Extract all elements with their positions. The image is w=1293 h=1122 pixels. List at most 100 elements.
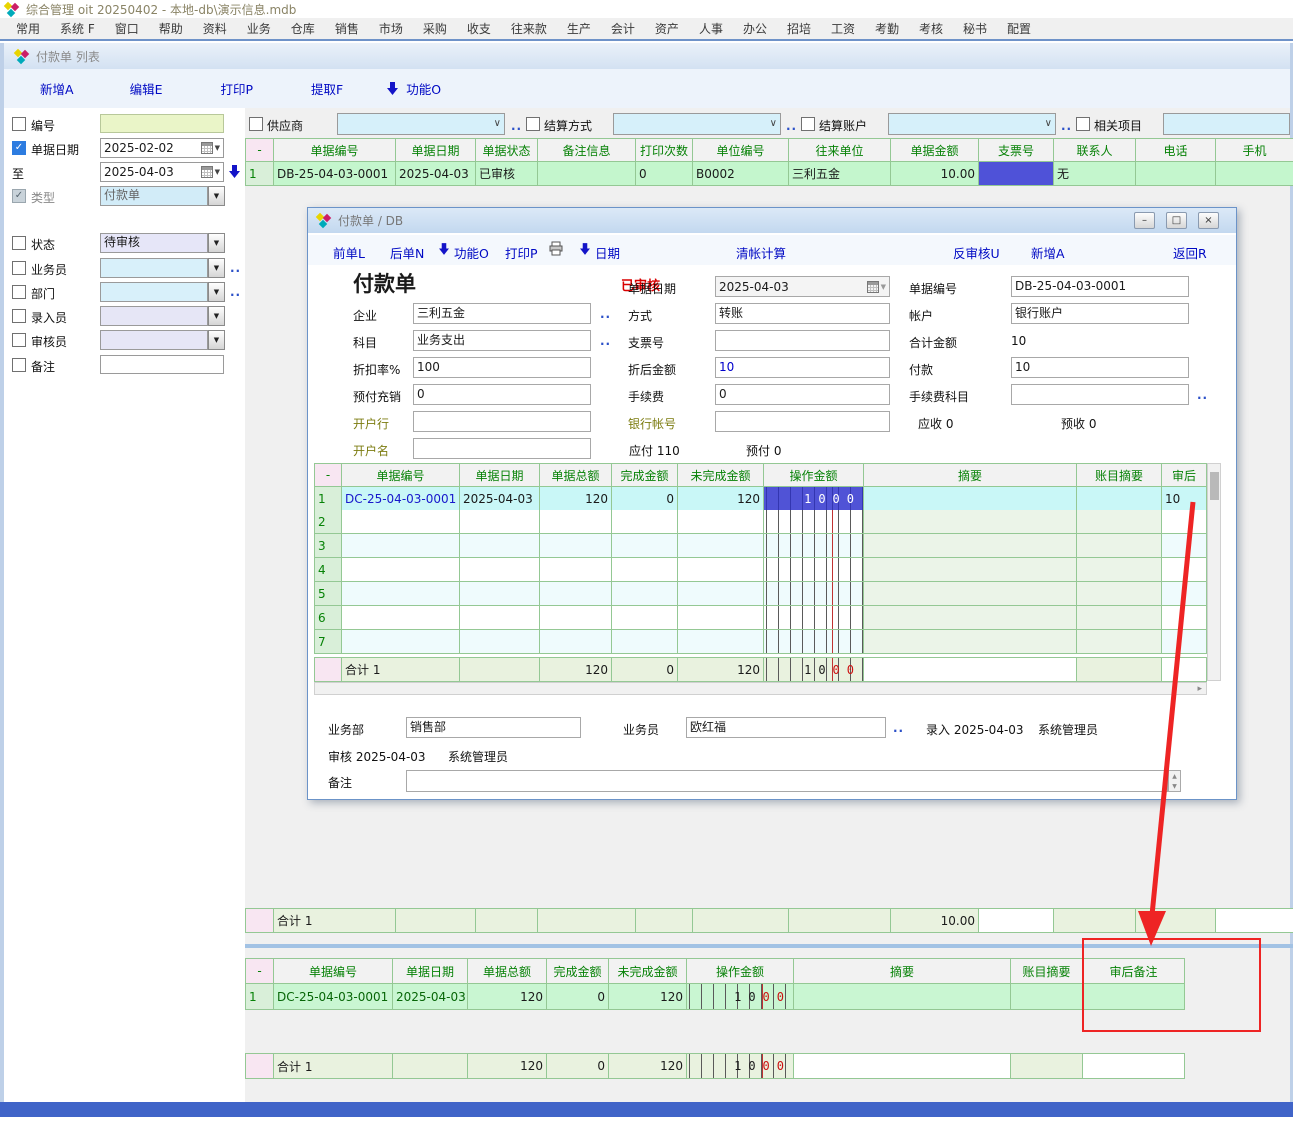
prev-doc-button[interactable]: 前单L [333, 243, 365, 262]
vertical-scrollbar[interactable] [1207, 463, 1221, 681]
cell-done[interactable]: 0 [547, 984, 609, 1010]
grid-cell[interactable] [342, 582, 460, 606]
grid-cell[interactable] [1162, 558, 1207, 582]
cell-phone[interactable] [1136, 162, 1216, 186]
cell-done[interactable]: 0 [612, 487, 678, 511]
salesman-select[interactable] [100, 258, 208, 278]
related-project-checkbox[interactable] [1076, 117, 1090, 131]
cell-total[interactable]: 120 [468, 984, 547, 1010]
new-button[interactable]: 新增A [40, 79, 74, 98]
supplier-select[interactable]: ∨ [337, 113, 505, 135]
menu-item[interactable]: 考核 [909, 20, 953, 37]
cell-doc-no[interactable]: DB-25-04-03-0001 [274, 162, 396, 186]
settle-account-dots[interactable]: .. [1061, 119, 1072, 133]
menu-item[interactable]: 工资 [821, 20, 865, 37]
settle-method-select[interactable]: ∨ [613, 113, 781, 135]
cell-undone[interactable]: 120 [609, 984, 687, 1010]
scrollbar-thumb[interactable] [1210, 472, 1219, 500]
grid-cell[interactable] [764, 534, 864, 558]
grid-cell[interactable] [342, 558, 460, 582]
grid-cell[interactable] [678, 606, 764, 630]
edit-button[interactable]: 编辑E [130, 79, 163, 98]
grid-cell[interactable] [864, 558, 1077, 582]
grid-cell[interactable] [612, 582, 678, 606]
subject-field[interactable]: 业务支出 [413, 330, 591, 351]
dept-filter-checkbox[interactable] [12, 285, 26, 299]
doc-no-field[interactable]: DB-25-04-03-0001 [1011, 276, 1189, 297]
new-button[interactable]: 新增A [1031, 243, 1065, 262]
menu-item[interactable]: 业务 [237, 20, 281, 37]
grid-cell[interactable] [612, 534, 678, 558]
column-header[interactable]: 单据日期 [393, 959, 468, 984]
grid-cell[interactable] [864, 606, 1077, 630]
grid-cell[interactable] [678, 534, 764, 558]
grid-cell[interactable] [540, 630, 612, 654]
grid-cell[interactable] [342, 606, 460, 630]
grid-cell[interactable] [1077, 510, 1162, 534]
cell-amount[interactable]: 10.00 [891, 162, 979, 186]
column-header[interactable]: 联系人 [1054, 139, 1136, 162]
entry-select[interactable] [100, 306, 208, 326]
no-filter-input[interactable] [100, 114, 224, 133]
grid-cell[interactable] [1077, 534, 1162, 558]
grid-cell[interactable] [1077, 558, 1162, 582]
bank-account-field[interactable] [715, 411, 890, 432]
supplier-checkbox[interactable] [249, 117, 263, 131]
grid-cell[interactable] [1077, 630, 1162, 654]
date-from-field[interactable]: 2025-02-02 ▼ [100, 138, 224, 158]
fee-subject-field[interactable] [1011, 384, 1189, 405]
column-header[interactable]: 单据日期 [460, 464, 540, 487]
cell-post-note[interactable] [1083, 984, 1185, 1010]
settle-method-checkbox[interactable] [526, 117, 540, 131]
cell-date[interactable]: 2025-04-03 [396, 162, 476, 186]
down-arrow-icon[interactable] [229, 165, 240, 181]
grid-cell[interactable] [678, 582, 764, 606]
column-header[interactable]: 单位编号 [693, 139, 789, 162]
auditor-filter-checkbox[interactable] [12, 333, 26, 347]
entry-select-arrow[interactable]: ▼ [208, 306, 225, 326]
dept-field[interactable]: 销售部 [406, 717, 581, 738]
maximize-button[interactable]: □ [1166, 212, 1187, 229]
column-header[interactable]: 支票号 [979, 139, 1054, 162]
column-header[interactable]: 单据总额 [540, 464, 612, 487]
grid-cell[interactable] [460, 510, 540, 534]
menu-item[interactable]: 生产 [557, 20, 601, 37]
grid-cell[interactable] [540, 558, 612, 582]
column-header[interactable]: 完成金额 [612, 464, 678, 487]
note-filter-input[interactable] [100, 355, 224, 374]
cell-mobile[interactable] [1216, 162, 1293, 186]
menu-item[interactable]: 招培 [777, 20, 821, 37]
menu-item[interactable]: 办公 [733, 20, 777, 37]
menu-item[interactable]: 采购 [413, 20, 457, 37]
discount-field[interactable]: 100 [413, 357, 591, 378]
grid-cell[interactable] [1162, 606, 1207, 630]
column-header[interactable]: 审后备注 [1083, 959, 1185, 984]
account-field[interactable]: 银行账户 [1011, 303, 1189, 324]
settle-account-select[interactable]: ∨ [888, 113, 1056, 135]
cell-check-no-selected[interactable] [979, 162, 1054, 186]
column-header[interactable]: 摘要 [864, 464, 1077, 487]
column-header[interactable]: 摘要 [794, 959, 1011, 984]
grid-cell[interactable] [1162, 534, 1207, 558]
column-header[interactable]: 审后 [1162, 464, 1207, 487]
note-field[interactable] [406, 770, 1168, 792]
enterprise-picker-dots[interactable]: .. [600, 307, 611, 321]
column-header[interactable]: 账目摘要 [1011, 959, 1083, 984]
dept-select[interactable] [100, 282, 208, 302]
grid-cell[interactable] [460, 606, 540, 630]
spinner-down-icon[interactable]: ▼ [1172, 783, 1177, 790]
column-header[interactable]: 往来单位 [789, 139, 891, 162]
supplier-picker-dots[interactable]: .. [511, 119, 522, 133]
grid-cell[interactable] [764, 606, 864, 630]
related-project-input[interactable] [1163, 113, 1290, 135]
payment-field[interactable]: 10 [1011, 357, 1189, 378]
next-doc-button[interactable]: 后单N [390, 243, 424, 262]
menu-item[interactable]: 系统 F [50, 20, 105, 37]
column-header[interactable]: 单据总额 [468, 959, 547, 984]
menu-item[interactable]: 仓库 [281, 20, 325, 37]
settle-method-dots[interactable]: .. [786, 119, 797, 133]
grid-cell[interactable] [540, 582, 612, 606]
column-header[interactable]: 单据编号 [342, 464, 460, 487]
subject-picker-dots[interactable]: .. [600, 334, 611, 348]
grid-cell[interactable] [864, 630, 1077, 654]
